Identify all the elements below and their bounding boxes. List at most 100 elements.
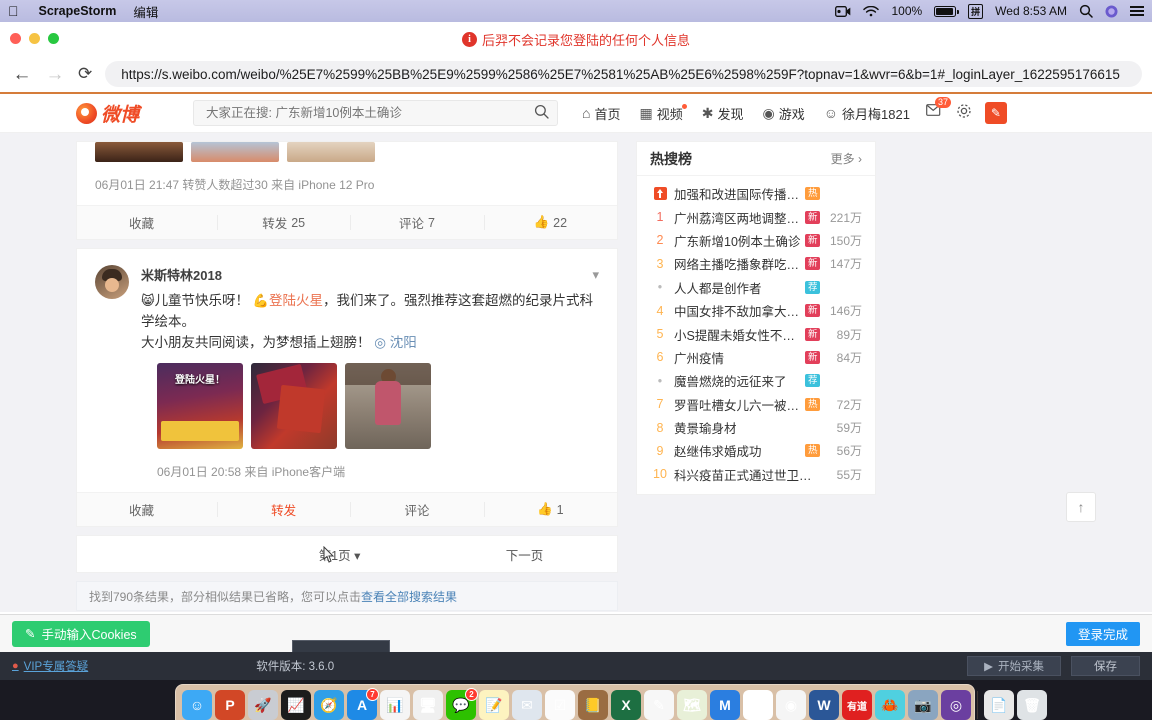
compose-icon[interactable]: ✎ — [984, 102, 1007, 124]
dock-icon-mail[interactable]: ✉ — [512, 690, 542, 720]
battery-icon[interactable] — [934, 5, 959, 17]
vip-support-link[interactable]: ● VIP专属答疑 — [12, 658, 88, 674]
apple-menu-icon[interactable]:  — [8, 4, 19, 18]
siri-icon[interactable] — [1105, 5, 1118, 18]
post-image-2[interactable] — [251, 363, 337, 449]
gear-icon[interactable] — [956, 103, 972, 124]
action-comment[interactable]: 评论 7 — [350, 206, 483, 239]
search-icon[interactable] — [534, 104, 549, 123]
dock-icon-metabase[interactable]: M — [710, 690, 740, 720]
dock-icon-word[interactable]: W — [809, 690, 839, 720]
nav-item-home[interactable]: ⌂ 首页 — [582, 104, 620, 123]
address-bar[interactable]: https://s.weibo.com/weibo/%25E7%2599%25B… — [105, 61, 1142, 87]
nav-item-discover[interactable]: ✱ 发现 — [702, 104, 744, 123]
menubar-item-edit[interactable]: 编辑 — [133, 2, 158, 21]
dock-icon-calendar[interactable]: 2 — [743, 690, 773, 720]
scroll-to-top-button[interactable]: ↑ — [1066, 492, 1096, 522]
dock-icon-pages[interactable]: ✎ — [644, 690, 674, 720]
window-traffic-lights[interactable] — [10, 33, 59, 44]
action-like[interactable]: 👍 22 — [483, 206, 617, 239]
dock-icon-app-store[interactable]: A7 — [347, 688, 379, 720]
dock-icon-scrapestorm[interactable]: 🦀 — [875, 690, 905, 720]
dock-icon-notes[interactable]: 📝 — [479, 690, 509, 720]
control-center-icon[interactable] — [1130, 5, 1144, 17]
action-like[interactable]: 👍 1 — [483, 493, 617, 526]
dock-icon-media-player[interactable]: ◎ — [941, 690, 971, 720]
minimize-window-button[interactable] — [29, 33, 40, 44]
action-favorite[interactable]: 收藏 — [77, 493, 217, 526]
search-input[interactable] — [206, 106, 534, 120]
hot-search-row[interactable]: • 魔兽燃烧的远征来了 荐 — [637, 369, 875, 392]
nav-item-game[interactable]: ◉ 游戏 — [762, 104, 804, 123]
post-location[interactable]: ◎ 沈阳 — [374, 335, 417, 350]
post-thumbnail[interactable] — [287, 142, 375, 162]
dock-icon-safari[interactable]: 🧭 — [314, 690, 344, 720]
wifi-icon[interactable] — [863, 5, 880, 17]
dock-icon-trash[interactable]: 🗑 — [1017, 690, 1047, 720]
dock-icon-wechat[interactable]: 💬 2 — [446, 688, 478, 720]
post-thumbnails[interactable] — [95, 142, 599, 162]
post-image-1[interactable] — [157, 363, 243, 449]
forward-arrow-icon[interactable]: → — [45, 65, 65, 84]
dock-icon-excel[interactable]: X — [611, 690, 641, 720]
hot-search-row[interactable]: 4 中国女排不敌加拿大女排新 146万 — [637, 299, 875, 322]
post-thumbnail[interactable] — [191, 142, 279, 162]
page-selector[interactable]: 第1页 ▾ — [247, 545, 432, 564]
post-thumbnail[interactable] — [95, 142, 183, 162]
input-method-icon[interactable]: 拼 — [968, 3, 984, 19]
action-comment[interactable]: 评论 — [350, 493, 483, 526]
dock-icon-reminders[interactable]: ☑ — [545, 690, 575, 720]
post-image-3[interactable] — [345, 363, 431, 449]
hot-search-row[interactable]: 1 广州荔湾区两地调整为高... 新 221万 — [637, 205, 875, 228]
dock-icon-numbers[interactable]: 📊 — [380, 690, 410, 720]
maximize-window-button[interactable] — [48, 33, 59, 44]
manual-cookies-button[interactable]: ✎ 手动输入Cookies — [12, 620, 150, 647]
hot-search-row[interactable]: 6 广州疫情 新 84万 — [637, 346, 875, 369]
dock-icon-contacts[interactable]: 📒 — [578, 690, 608, 720]
screen-record-icon[interactable] — [835, 5, 851, 17]
menubar-clock[interactable]: Wed 8:53 AM — [995, 4, 1067, 18]
menubar-app-name[interactable]: ScrapeStorm — [39, 4, 117, 18]
nav-item-video[interactable]: ▦ 视频 — [639, 103, 687, 123]
hot-search-row[interactable]: 9 赵继伟求婚成功 热 56万 — [637, 439, 875, 462]
hot-search-row[interactable]: 5 小S提醒未婚女性不要随... 新 89万 — [637, 322, 875, 345]
action-repost[interactable]: 转发 25 — [217, 206, 350, 239]
avatar[interactable] — [95, 265, 129, 299]
close-window-button[interactable] — [10, 33, 21, 44]
hot-search-row[interactable]: • 人人都是创作者 荐 — [637, 276, 875, 299]
next-page-button[interactable]: 下一页 — [432, 545, 617, 564]
back-arrow-icon[interactable]: ← — [12, 65, 32, 84]
dock-icon-activity-monitor[interactable]: 📈 — [281, 690, 311, 720]
dock-icon-youdao-dict[interactable]: 有道 — [842, 690, 872, 720]
dock-icon-chrome[interactable]: ◉ — [776, 690, 806, 720]
dock-icon-keynote[interactable]: 🖥 — [413, 690, 443, 720]
dock-icon-screenshot-tool[interactable]: 📷 — [908, 690, 938, 720]
hot-search-row[interactable]: 2 广东新增10例本土确诊新 150万 — [637, 229, 875, 252]
action-favorite[interactable]: 收藏 — [77, 206, 217, 239]
spotlight-icon[interactable] — [1079, 4, 1093, 18]
messages-button[interactable]: 37 — [926, 97, 951, 122]
dock-icon-maps[interactable]: 🗺 — [677, 690, 707, 720]
save-button[interactable]: 保存 — [1071, 656, 1140, 676]
hot-search-row[interactable]: 8 黄景瑜身材 59万 — [637, 416, 875, 439]
login-done-button[interactable]: 登录完成 — [1065, 621, 1140, 646]
dock-icon-documents-stack[interactable]: 📄 — [984, 690, 1014, 720]
hot-search-pinned-row[interactable]: 加强和改进国际传播工作 热 — [637, 182, 875, 205]
start-collect-button[interactable]: ▶ 开始采集 — [967, 656, 1061, 676]
nav-item-profile[interactable]: ☺ 徐月梅1821 — [824, 104, 910, 123]
hot-search-row[interactable]: 7 罗晋吐槽女儿六一被唐嫣... 热 72万 — [637, 393, 875, 416]
chevron-down-icon[interactable]: ▾ — [592, 267, 599, 283]
hot-search-more-link[interactable]: 更多 › — [831, 150, 862, 167]
post-hashtag-link[interactable]: 登陆火星 — [269, 293, 323, 308]
post-author-name[interactable]: 米斯特林2018 — [141, 265, 599, 284]
weibo-search-box[interactable] — [193, 100, 558, 126]
action-repost[interactable]: 转发 — [217, 493, 350, 526]
hot-search-row[interactable]: 10 科兴疫苗正式通过世卫紧... 55万 — [637, 463, 875, 486]
reload-icon[interactable]: ⟳ — [78, 64, 92, 84]
view-all-results-link[interactable]: 查看全部搜索结果 — [361, 588, 457, 605]
weibo-logo[interactable]: 微博 — [76, 100, 191, 127]
dock-icon-launchpad[interactable]: 🚀 — [248, 690, 278, 720]
dock-icon-powerpoint[interactable]: P — [215, 690, 245, 720]
dock-icon-finder[interactable]: ☺ — [182, 690, 212, 720]
hot-search-row[interactable]: 3 网络主播吃播象群吃剩的... 新 147万 — [637, 252, 875, 275]
